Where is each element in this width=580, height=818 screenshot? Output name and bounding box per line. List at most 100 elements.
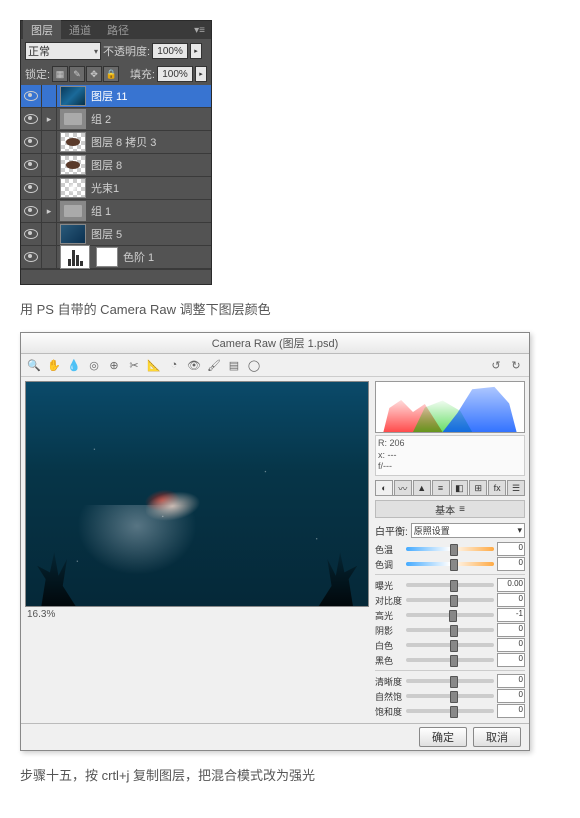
redeye-icon[interactable]: 👁 [187,358,201,372]
slider-track[interactable] [406,598,494,602]
slider-value[interactable]: 0 [497,593,525,607]
rotate-cw-icon[interactable]: ↻ [509,358,523,372]
slider-thumb[interactable] [449,610,457,622]
slider-track[interactable] [406,679,494,683]
slider-value[interactable]: 0 [497,653,525,667]
color-sampler-icon[interactable]: ◎ [87,358,101,372]
tab-paths[interactable]: 路径 [99,20,137,40]
slider-value[interactable]: 0 [497,638,525,652]
slider-value[interactable]: 0 [497,623,525,637]
section-basic: 基本≡ [375,500,525,518]
slider-row: 色调0 [375,557,525,571]
tab-layers[interactable]: 图层 [23,20,61,40]
slider-value[interactable]: 0 [497,689,525,703]
visibility-icon[interactable] [24,114,38,124]
layer-thumb [60,224,86,244]
visibility-icon[interactable] [24,183,38,193]
slider-value[interactable]: 0.00 [497,578,525,592]
layer-row[interactable]: 光束1 [21,177,211,200]
lock-position-icon[interactable]: ✥ [86,66,102,82]
visibility-icon[interactable] [24,91,38,101]
slider-thumb[interactable] [450,676,458,688]
slider-value[interactable]: 0 [497,557,525,571]
crop-tool-icon[interactable]: ✂ [127,358,141,372]
tab-detail-icon[interactable]: ▲ [413,480,431,495]
slider-track[interactable] [406,547,494,551]
slider-row: 白色0 [375,638,525,652]
slider-thumb[interactable] [450,640,458,652]
layer-row[interactable]: 色阶 1 [21,246,211,269]
slider-track[interactable] [406,694,494,698]
panel-menu-icon[interactable]: ▾≡ [190,25,209,36]
tab-split-icon[interactable]: ◧ [451,480,469,495]
visibility-icon[interactable] [24,206,38,216]
slider-thumb[interactable] [450,706,458,718]
layer-row[interactable]: ▸ 组 2 [21,108,211,131]
opacity-label: 不透明度: [103,43,150,59]
blend-mode-select[interactable]: 正常▾ [25,42,101,60]
layer-row[interactable]: 图层 5 [21,223,211,246]
slider-value[interactable]: 0 [497,704,525,718]
hand-tool-icon[interactable]: ✋ [47,358,61,372]
slider-track[interactable] [406,628,494,632]
tab-curve-icon[interactable]: 〰 [394,480,412,495]
lock-all-icon[interactable]: 🔒 [103,66,119,82]
adjustment-brush-icon[interactable]: 🖌 [207,358,221,372]
visibility-icon[interactable] [24,252,38,262]
layer-row[interactable]: 图层 8 [21,154,211,177]
slider-thumb[interactable] [450,544,458,556]
tab-lens-icon[interactable]: ⊞ [469,480,487,495]
slider-thumb[interactable] [450,595,458,607]
slider-value[interactable]: 0 [497,542,525,556]
cancel-button[interactable]: 取消 [473,727,521,747]
layer-row[interactable]: 图层 8 拷贝 3 [21,131,211,154]
expand-arrow-icon[interactable]: ▸ [45,114,54,125]
grad-filter-icon[interactable]: ▤ [227,358,241,372]
rotate-ccw-icon[interactable]: ↺ [489,358,503,372]
slider-value[interactable]: -1 [497,608,525,622]
slider-thumb[interactable] [450,580,458,592]
slider-thumb[interactable] [450,625,458,637]
fill-flyout[interactable]: ▸ [195,66,207,82]
tab-presets-icon[interactable]: ☰ [507,480,525,495]
straighten-icon[interactable]: 📐 [147,358,161,372]
tab-channels[interactable]: 通道 [61,20,99,40]
slider-track[interactable] [406,709,494,713]
slider-track[interactable] [406,613,494,617]
tab-basic-icon[interactable]: ◐ [375,480,393,495]
ok-button[interactable]: 确定 [419,727,467,747]
zoom-tool-icon[interactable]: 🔍 [27,358,41,372]
opacity-value[interactable]: 100% [152,43,188,59]
opacity-flyout[interactable]: ▸ [190,43,202,59]
histogram [375,381,525,433]
slider-track[interactable] [406,658,494,662]
wb-select[interactable]: 原照设置▾ [411,523,525,538]
layer-thumb [60,155,86,175]
tab-fx-icon[interactable]: fx [488,480,506,495]
layer-row[interactable]: ▸ 组 1 [21,200,211,223]
tab-hsl-icon[interactable]: ≡ [432,480,450,495]
spot-removal-icon[interactable]: ◔ [167,358,181,372]
fill-label: 填充: [130,66,155,82]
visibility-icon[interactable] [24,229,38,239]
radial-filter-icon[interactable]: ◯ [247,358,261,372]
visibility-icon[interactable] [24,160,38,170]
layer-row[interactable]: 图层 11 [21,85,211,108]
slider-track[interactable] [406,643,494,647]
preview-image[interactable] [25,381,369,607]
slider-value[interactable]: 0 [497,674,525,688]
lock-pixels-icon[interactable]: ✎ [69,66,85,82]
slider-track[interactable] [406,583,494,587]
fill-value[interactable]: 100% [157,66,193,82]
slider-thumb[interactable] [450,691,458,703]
wb-tool-icon[interactable]: 💧 [67,358,81,372]
lock-transparent-icon[interactable]: ▦ [52,66,68,82]
slider-thumb[interactable] [450,559,458,571]
zoom-level[interactable]: 16.3% [25,607,367,622]
target-adjust-icon[interactable]: ⊕ [107,358,121,372]
expand-arrow-icon[interactable]: ▸ [45,206,54,217]
visibility-icon[interactable] [24,137,38,147]
slider-track[interactable] [406,562,494,566]
layer-thumb [60,132,86,152]
slider-thumb[interactable] [450,655,458,667]
